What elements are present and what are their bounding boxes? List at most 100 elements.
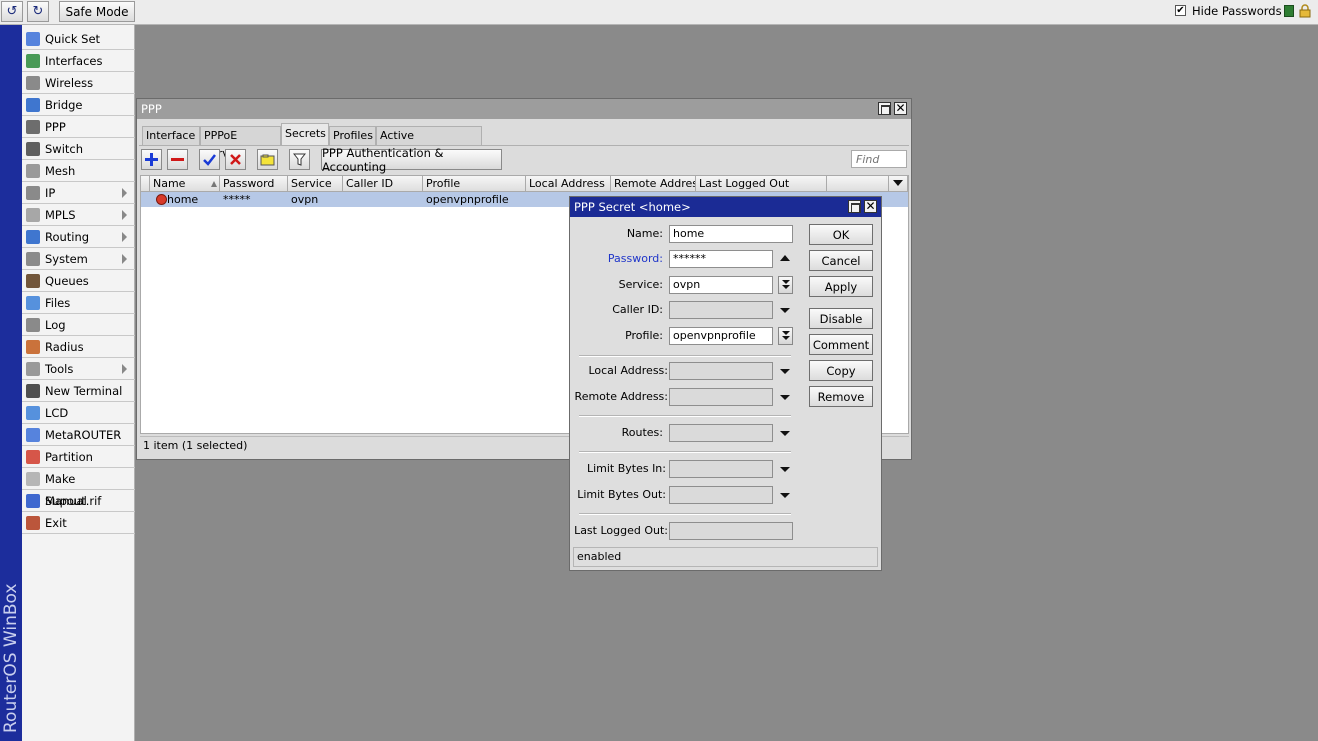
sidebar-item-wireless[interactable]: Wireless: [22, 72, 135, 94]
add-button[interactable]: [141, 149, 162, 170]
copy-button[interactable]: Copy: [809, 360, 873, 381]
comment-button[interactable]: [257, 149, 278, 170]
caller-id-dropdown-icon[interactable]: [780, 308, 790, 313]
password-label[interactable]: Password:: [608, 252, 663, 265]
tab-secrets[interactable]: Secrets: [281, 123, 329, 145]
service-dropdown-button[interactable]: [778, 276, 793, 294]
disable-secret-button[interactable]: Disable: [809, 308, 873, 329]
separator: [579, 355, 791, 357]
column-header-local-address[interactable]: Local Address: [526, 176, 611, 192]
disable-button[interactable]: [225, 149, 246, 170]
column-chooser-button[interactable]: [889, 176, 908, 192]
sidebar-item-manual[interactable]: Manual: [22, 490, 135, 512]
cancel-button[interactable]: Cancel: [809, 250, 873, 271]
routes-dropdown-icon[interactable]: [780, 431, 790, 436]
ppp-window-title: PPP: [141, 102, 162, 116]
ppp-secret-dialog: PPP Secret <home> ✕ Name: home Password:…: [569, 196, 882, 571]
password-field[interactable]: ******: [669, 250, 773, 268]
sidebar-item-label: Log: [45, 318, 66, 332]
sidebar-item-mpls[interactable]: MPLS: [22, 204, 135, 226]
ppp-window-titlebar[interactable]: PPP: [137, 99, 911, 119]
wireless-icon: [26, 76, 40, 90]
column-header-last-logged-out[interactable]: Last Logged Out: [696, 176, 827, 192]
limit-bytes-in-dropdown-icon[interactable]: [780, 467, 790, 472]
supout-icon: [26, 472, 40, 486]
radius-icon: [26, 340, 40, 354]
sidebar-item-metarouter[interactable]: MetaROUTER: [22, 424, 135, 446]
tab-pppoe-servers[interactable]: PPPoE Servers: [200, 126, 281, 160]
limit-bytes-out-dropdown-icon[interactable]: [780, 493, 790, 498]
redo-button[interactable]: ↻: [27, 1, 49, 22]
remote-address-label: Remote Address:: [574, 390, 668, 403]
find-input[interactable]: [851, 150, 907, 168]
name-field[interactable]: home: [669, 225, 793, 243]
sidebar-item-switch[interactable]: Switch: [22, 138, 135, 160]
remote-address-field[interactable]: [669, 388, 773, 406]
column-header-caller-id[interactable]: Caller ID: [343, 176, 423, 192]
password-collapse-icon[interactable]: [780, 255, 790, 261]
sidebar-item-tools[interactable]: Tools: [22, 358, 135, 380]
column-header-profile[interactable]: Profile: [423, 176, 526, 192]
tab-interface[interactable]: Interface: [142, 126, 200, 145]
filter-icon: [293, 153, 306, 166]
sidebar-item-partition[interactable]: Partition: [22, 446, 135, 468]
ppp-auth-accounting-button[interactable]: PPP Authentication & Accounting: [321, 146, 502, 174]
sidebar-item-interfaces[interactable]: Interfaces: [22, 50, 135, 72]
ok-button[interactable]: OK: [809, 224, 873, 245]
enable-button[interactable]: [199, 149, 220, 170]
routes-field[interactable]: [669, 424, 773, 442]
sidebar-item-exit[interactable]: Exit: [22, 512, 135, 534]
remote-address-dropdown-icon[interactable]: [780, 395, 790, 400]
sidebar-item-quick-set[interactable]: Quick Set: [22, 28, 135, 50]
tab-active-connections[interactable]: Active Connections: [376, 126, 482, 160]
lcd-icon: [26, 406, 40, 420]
close-icon[interactable]: ✕: [894, 101, 907, 115]
sidebar-item-routing[interactable]: Routing: [22, 226, 135, 248]
name-label: Name:: [626, 227, 663, 240]
dialog-close-icon[interactable]: ✕: [864, 199, 877, 213]
secret-dialog-titlebar[interactable]: PPP Secret <home>: [570, 197, 881, 217]
caller-id-field[interactable]: [669, 301, 773, 319]
limit-bytes-out-field[interactable]: [669, 486, 773, 504]
hide-passwords-checkbox[interactable]: ✔: [1175, 5, 1186, 16]
column-header-name[interactable]: Name: [150, 176, 220, 192]
dialog-maximize-icon[interactable]: [848, 200, 861, 213]
maximize-icon[interactable]: [878, 102, 891, 115]
check-icon: [203, 154, 216, 166]
column-header-password[interactable]: Password: [220, 176, 288, 192]
remove-secret-button[interactable]: Remove: [809, 386, 873, 407]
top-toolbar: ↺ ↻ Safe Mode ✔ Hide Passwords: [0, 0, 1318, 25]
service-select[interactable]: ovpn: [669, 276, 773, 294]
sidebar-item-lcd[interactable]: LCD: [22, 402, 135, 424]
profile-dropdown-button[interactable]: [778, 327, 793, 345]
column-header-remote-addres[interactable]: Remote Addres: [611, 176, 696, 192]
tab-profiles[interactable]: Profiles: [329, 126, 376, 145]
cell-name: home: [167, 193, 199, 206]
sidebar-item-bridge[interactable]: Bridge: [22, 94, 135, 116]
sidebar-item-system[interactable]: System: [22, 248, 135, 270]
sidebar-item-new-terminal[interactable]: New Terminal: [22, 380, 135, 402]
sidebar-item-radius[interactable]: Radius: [22, 336, 135, 358]
comment-secret-button[interactable]: Comment: [809, 334, 873, 355]
cell-profile: openvpnprofile: [426, 193, 509, 206]
sidebar-item-log[interactable]: Log: [22, 314, 135, 336]
sidebar-item-make-supout-rif[interactable]: Make Supout.rif: [22, 468, 135, 508]
sidebar-item-ppp[interactable]: PPP: [22, 116, 135, 138]
sidebar-item-files[interactable]: Files: [22, 292, 135, 314]
apply-button[interactable]: Apply: [809, 276, 873, 297]
filter-button[interactable]: [289, 149, 310, 170]
remove-button[interactable]: [167, 149, 188, 170]
limit-bytes-in-field[interactable]: [669, 460, 773, 478]
sidebar-item-mesh[interactable]: Mesh: [22, 160, 135, 182]
sidebar-item-queues[interactable]: Queues: [22, 270, 135, 292]
sidebar-item-ip[interactable]: IP: [22, 182, 135, 204]
bridge-icon: [26, 98, 40, 112]
local-address-field[interactable]: [669, 362, 773, 380]
sidebar-item-label: Interfaces: [45, 54, 103, 68]
safe-mode-button[interactable]: Safe Mode: [59, 1, 135, 22]
undo-button[interactable]: ↺: [1, 1, 23, 22]
local-address-dropdown-icon[interactable]: [780, 369, 790, 374]
column-header-service[interactable]: Service: [288, 176, 343, 192]
profile-select[interactable]: openvpnprofile: [669, 327, 773, 345]
sidebar-item-label: LCD: [45, 406, 69, 420]
